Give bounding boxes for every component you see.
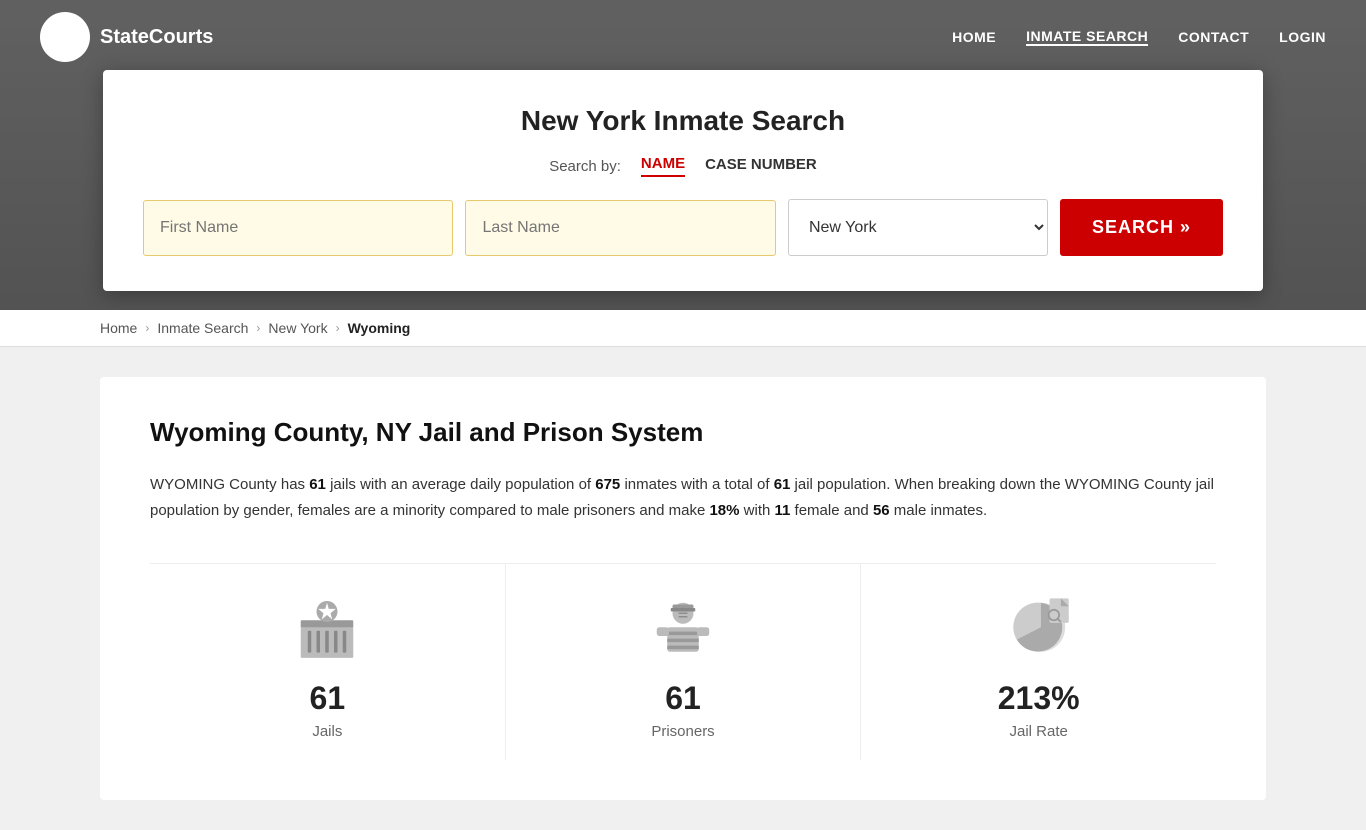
state-select[interactable]: New York Alabama Alaska California Flori… [788,199,1048,256]
search-card-title: New York Inmate Search [143,105,1223,137]
desc-mid4: with [740,502,775,519]
desc-male-count: 56 [873,502,890,519]
county-title: Wyoming County, NY Jail and Prison Syste… [150,417,1216,448]
tab-name[interactable]: NAME [641,155,685,177]
stat-prisoners: 61 Prisoners [506,564,862,760]
jail-icon [292,594,362,664]
desc-female-count: 11 [775,502,791,519]
stats-row: 61 Jails [150,563,1216,760]
breadcrumb-sep-1: › [145,321,149,335]
content-card: Wyoming County, NY Jail and Prison Syste… [100,377,1266,800]
top-navigation: 🏛 StateCourts HOME INMATE SEARCH CONTACT… [0,0,1366,74]
search-button[interactable]: SEARCH » [1060,199,1223,256]
nav-links: HOME INMATE SEARCH CONTACT LOGIN [952,28,1326,46]
breadcrumb-home[interactable]: Home [100,320,137,336]
search-card: New York Inmate Search Search by: NAME C… [103,70,1263,291]
first-name-input[interactable] [143,200,453,256]
prisoner-icon [648,594,718,664]
nav-home[interactable]: HOME [952,29,996,45]
desc-mid1: jails with an average daily population o… [326,476,595,493]
breadcrumb-current: Wyoming [348,320,411,336]
breadcrumb-inmate-search[interactable]: Inmate Search [157,320,248,336]
desc-intro: WYOMING County has [150,476,309,493]
desc-avg-pop: 675 [595,476,620,493]
search-by-label: Search by: [549,158,621,175]
breadcrumb-new-york[interactable]: New York [268,320,327,336]
nav-login[interactable]: LOGIN [1279,29,1326,45]
logo-icon: 🏛 [40,12,90,62]
breadcrumb-sep-3: › [336,321,340,335]
last-name-input[interactable] [465,200,775,256]
stat-jail-rate: 213% Jail Rate [861,564,1216,760]
desc-total-jail: 61 [774,476,791,493]
main-content: Wyoming County, NY Jail and Prison Syste… [0,347,1366,830]
county-description: WYOMING County has 61 jails with an aver… [150,472,1216,523]
nav-contact[interactable]: CONTACT [1178,29,1249,45]
stat-prisoners-number: 61 [665,680,701,717]
stat-prisoners-label: Prisoners [651,723,714,740]
breadcrumb-sep-2: › [256,321,260,335]
stat-jail-rate-label: Jail Rate [1010,723,1068,740]
desc-mid2: inmates with a total of [620,476,773,493]
desc-mid5: female and [790,502,873,519]
stat-jail-rate-number: 213% [998,680,1080,717]
desc-female-pct: 18% [709,502,739,519]
stat-jails-number: 61 [310,680,346,717]
chart-icon [1004,594,1074,664]
search-by-row: Search by: NAME CASE NUMBER [143,155,1223,177]
breadcrumb: Home › Inmate Search › New York › Wyomin… [0,310,1366,347]
desc-end: male inmates. [890,502,988,519]
stat-jails-label: Jails [312,723,342,740]
stat-jails: 61 Jails [150,564,506,760]
nav-inmate-search[interactable]: INMATE SEARCH [1026,28,1148,46]
desc-jails-count: 61 [309,476,326,493]
logo-text: StateCourts [100,26,213,49]
header: COURTHOUSE 🏛 StateCourts HOME INMATE SEA… [0,0,1366,310]
tab-case-number[interactable]: CASE NUMBER [705,156,817,176]
logo[interactable]: 🏛 StateCourts [40,12,213,62]
search-inputs-row: New York Alabama Alaska California Flori… [143,199,1223,256]
